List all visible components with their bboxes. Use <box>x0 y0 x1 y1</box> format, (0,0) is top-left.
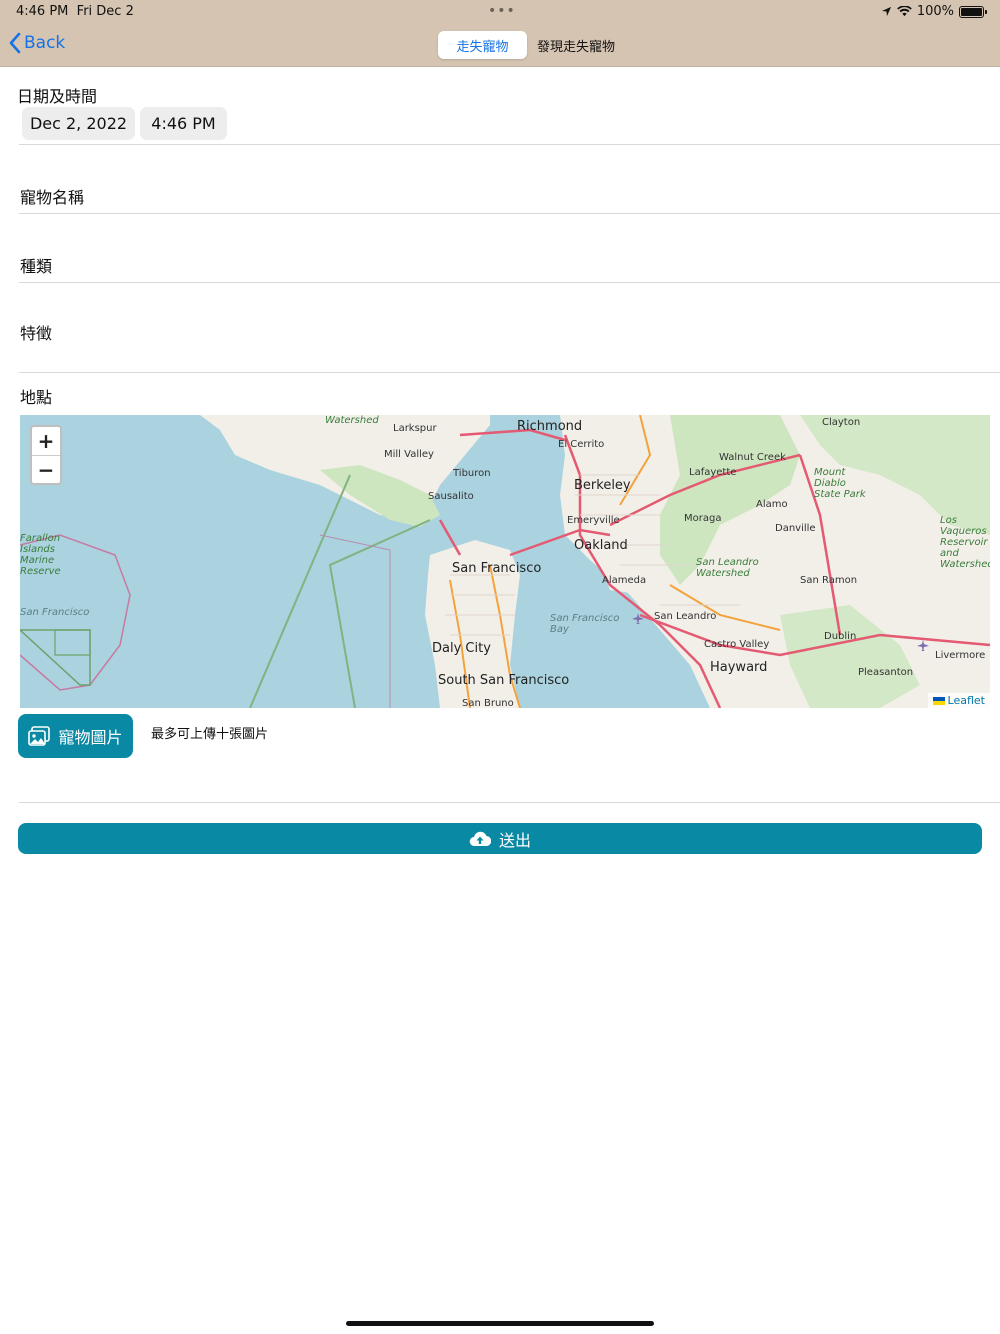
divider <box>19 144 1000 145</box>
map-label: Walnut Creek <box>719 452 786 463</box>
multitasking-dots-icon[interactable]: ••• <box>488 3 516 19</box>
time-picker[interactable]: 4:46 PM <box>140 107 227 140</box>
location-map[interactable]: + − Richmond El Cerrito Berkeley Emeryvi… <box>20 415 990 708</box>
zoom-out-button[interactable]: − <box>32 455 60 483</box>
submit-button[interactable]: 送出 <box>18 823 982 854</box>
map-label: Alamo <box>756 499 788 510</box>
map-label: Dublin <box>824 631 857 642</box>
map-label: Alameda <box>602 575 647 586</box>
status-date: Fri Dec 2 <box>76 4 134 19</box>
map-label: Sausalito <box>428 491 474 502</box>
map-label: Emeryville <box>567 515 620 526</box>
map-label: Oakland <box>574 538 628 553</box>
map-label: Pleasanton <box>858 667 914 678</box>
zoom-control: + − <box>30 425 62 485</box>
map-label: San Francisco <box>452 561 542 576</box>
back-button[interactable]: Back <box>8 32 65 54</box>
submit-label: 送出 <box>498 830 531 850</box>
map-label: Mill Valley <box>384 449 434 460</box>
status-indicators: 100% <box>881 4 987 19</box>
map-label: San Ramon <box>800 575 858 586</box>
map-label: Moraga <box>684 513 722 524</box>
features-field[interactable]: 特徵 <box>20 320 52 344</box>
map-label: Berkeley <box>574 478 631 493</box>
status-clock: 4:46 PM <box>16 4 69 19</box>
park-label: Los Vaqueros Reservoir and Watershed <box>940 515 990 570</box>
status-time: 4:46 PM Fri Dec 2 <box>16 4 134 19</box>
datetime-label: 日期及時間 <box>17 87 98 106</box>
battery-percent: 100% <box>916 4 954 19</box>
map-label: San Leandro <box>654 611 717 622</box>
divider <box>19 372 1000 373</box>
upload-hint: 最多可上傳十張圖片 <box>151 727 269 742</box>
map-label: San Bruno <box>462 698 514 708</box>
species-field[interactable]: 種類 <box>20 253 52 277</box>
map-label: South San Francisco <box>438 673 570 688</box>
battery-icon <box>959 5 987 18</box>
pet-name-field[interactable]: 寵物名稱 <box>20 184 84 208</box>
date-picker[interactable]: Dec 2, 2022 <box>22 107 135 140</box>
map-label: El Cerrito <box>558 439 605 450</box>
attribution-link[interactable]: Leaflet <box>948 694 985 707</box>
map-label: Larkspur <box>393 423 437 434</box>
map-label: Danville <box>775 523 816 534</box>
map-label: Richmond <box>517 419 583 434</box>
park-label: Watershed <box>325 415 379 426</box>
map-label: Lafayette <box>689 467 737 478</box>
location-arrow-icon <box>881 6 891 17</box>
leaflet-attribution[interactable]: Leaflet <box>927 693 990 708</box>
divider <box>19 282 1000 283</box>
location-label: 地點 <box>20 388 53 407</box>
map-label: Tiburon <box>453 468 491 479</box>
pet-photo-button[interactable]: 寵物圖片 <box>18 714 133 758</box>
pet-photo-label: 寵物圖片 <box>58 728 123 747</box>
battery-fill <box>961 7 982 16</box>
wifi-icon <box>896 6 912 17</box>
map-label: Clayton <box>822 417 861 428</box>
top-bar: 4:46 PM Fri Dec 2 ••• 100% Back 走失寵物 發現走… <box>0 0 1000 67</box>
park-label: San Leandro Watershed <box>696 557 759 579</box>
back-label: Back <box>24 33 66 53</box>
divider <box>19 802 1000 803</box>
park-label: Mount Diablo State Park <box>814 467 866 500</box>
park-label: Farallon Islands Marine Reserve <box>20 533 61 577</box>
map-label: Livermore <box>935 650 986 661</box>
cloud-upload-icon <box>469 831 491 847</box>
home-indicator[interactable] <box>346 1321 654 1326</box>
airport-icon <box>632 613 644 624</box>
chevron-left-icon <box>9 32 21 54</box>
segmented-control: 走失寵物 發現走失寵物 <box>438 31 625 59</box>
water-label: San Francisco Bay <box>550 613 620 635</box>
zoom-in-button[interactable]: + <box>32 427 60 455</box>
airport-icon <box>917 640 929 651</box>
flag-icon <box>932 696 945 705</box>
map-label: Daly City <box>432 641 491 656</box>
tab-found-pet[interactable]: 發現走失寵物 <box>527 31 625 59</box>
map-label: Castro Valley <box>704 639 770 650</box>
image-icon <box>28 726 51 746</box>
divider <box>19 213 1000 214</box>
map-label: Hayward <box>710 660 768 675</box>
tab-lost-pet[interactable]: 走失寵物 <box>438 31 527 59</box>
water-label: San Francisco <box>20 607 90 618</box>
